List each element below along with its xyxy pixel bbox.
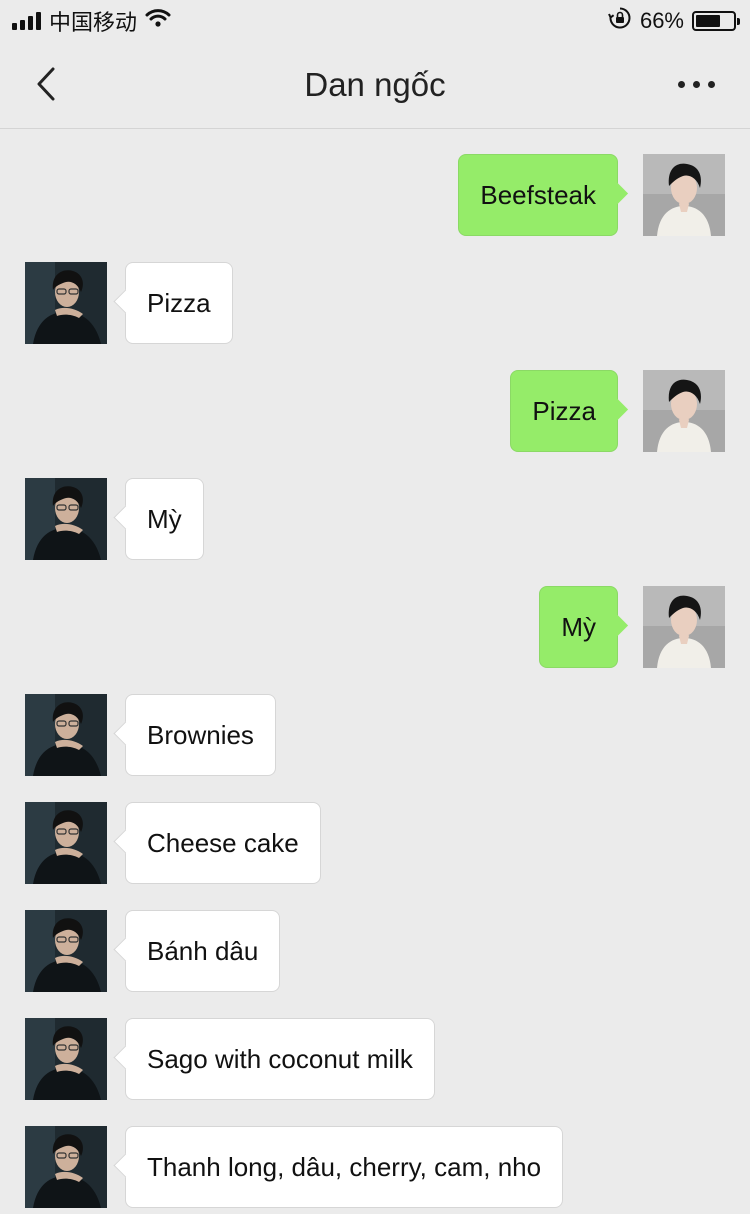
rotation-lock-icon — [608, 6, 632, 36]
my-avatar[interactable] — [643, 370, 725, 452]
message-bubble[interactable]: Brownies — [125, 694, 276, 776]
message-text: Mỳ — [147, 503, 182, 534]
status-left: 中国移动 — [12, 5, 171, 37]
chat-header: Dan ngốc — [0, 42, 750, 129]
contact-avatar[interactable] — [25, 694, 107, 776]
my-avatar[interactable] — [643, 586, 725, 668]
message-text: Pizza — [532, 395, 596, 426]
message-text: Sago with coconut milk — [147, 1043, 413, 1074]
message-list[interactable]: Beefsteak Pizza Pizza Mỳ Mỳ Brownies Cheese ca… — [0, 129, 750, 1214]
message-bubble[interactable]: Cheese cake — [125, 802, 321, 884]
contact-avatar[interactable] — [25, 478, 107, 560]
message-bubble[interactable]: Beefsteak — [458, 154, 618, 236]
battery-percent: 66% — [639, 8, 684, 33]
message-bubble[interactable]: Mỳ — [539, 586, 618, 668]
chevron-left-icon — [37, 67, 55, 101]
message-sent: Pizza — [0, 370, 750, 452]
message-received: Brownies — [0, 694, 750, 776]
battery-icon — [692, 11, 740, 31]
more-button[interactable] — [668, 64, 724, 104]
contact-avatar[interactable] — [25, 1126, 107, 1208]
message-bubble[interactable]: Pizza — [510, 370, 618, 452]
message-received: Sago with coconut milk — [0, 1018, 750, 1100]
signal-icon — [12, 12, 41, 30]
message-received: Bánh dâu — [0, 910, 750, 992]
contact-avatar[interactable] — [25, 910, 107, 992]
message-text: Mỳ — [561, 611, 596, 642]
status-right: 66% — [608, 6, 740, 36]
carrier-label: 中国移动 — [49, 10, 138, 35]
message-bubble[interactable]: Sago with coconut milk — [125, 1018, 435, 1100]
message-bubble[interactable]: Pizza — [125, 262, 233, 344]
message-text: Beefsteak — [480, 179, 596, 210]
my-avatar[interactable] — [643, 154, 725, 236]
status-bar: 中国移动 66% — [0, 0, 750, 42]
contact-avatar[interactable] — [25, 262, 107, 344]
contact-avatar[interactable] — [25, 802, 107, 884]
contact-avatar[interactable] — [25, 1018, 107, 1100]
message-text: Thanh long, dâu, cherry, cam, nho — [147, 1151, 542, 1182]
message-sent: Mỳ — [0, 586, 750, 668]
message-text: Bánh dâu — [147, 935, 259, 966]
message-received: Thanh long, dâu, cherry, cam, nho — [0, 1126, 750, 1208]
wifi-icon — [145, 8, 171, 34]
message-bubble[interactable]: Mỳ — [125, 478, 204, 560]
message-bubble[interactable]: Thanh long, dâu, cherry, cam, nho — [125, 1126, 564, 1208]
message-sent: Beefsteak — [0, 154, 750, 236]
message-bubble[interactable]: Bánh dâu — [125, 910, 281, 992]
message-text: Pizza — [147, 287, 211, 318]
message-received: Pizza — [0, 262, 750, 344]
message-text: Cheese cake — [147, 827, 299, 858]
message-text: Brownies — [147, 719, 254, 750]
more-icon — [677, 80, 715, 88]
back-button[interactable] — [26, 64, 66, 104]
chat-title: Dan ngốc — [304, 66, 446, 103]
message-received: Cheese cake — [0, 802, 750, 884]
message-received: Mỳ — [0, 478, 750, 560]
